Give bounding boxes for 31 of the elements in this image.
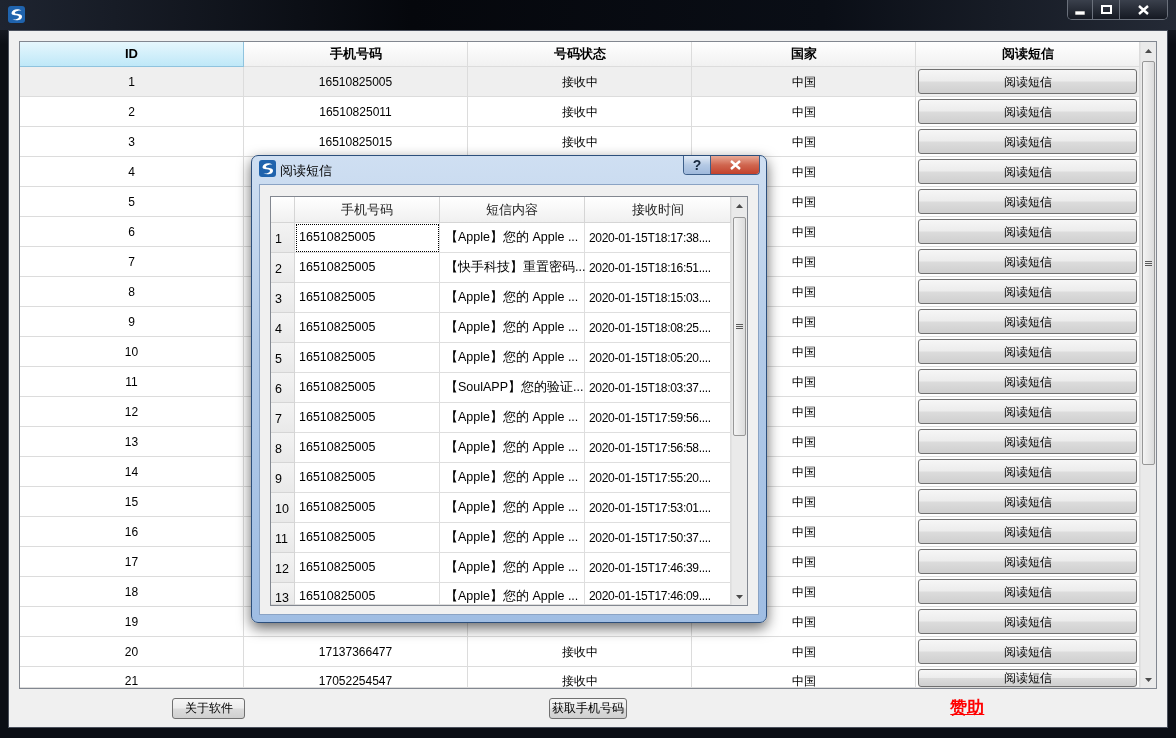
table-cell: 【Apple】您的 Apple ...: [440, 523, 585, 553]
table-cell: 16510825005: [295, 223, 440, 253]
table-cell: 21: [20, 667, 244, 688]
table-cell: 【Apple】您的 Apple ...: [440, 403, 585, 433]
table-cell: 【Apple】您的 Apple ...: [440, 493, 585, 523]
table-cell: 16510825005: [295, 493, 440, 523]
table-cell: 16510825005: [295, 403, 440, 433]
table-cell: 【Apple】您的 Apple ...: [440, 553, 585, 583]
table-cell: 中国: [692, 667, 916, 688]
table-cell: 【Apple】您的 Apple ...: [440, 313, 585, 343]
table-cell: 16510825005: [295, 283, 440, 313]
table-cell: 16510825005: [295, 343, 440, 373]
table-cell: 16510825005: [295, 373, 440, 403]
table-cell: 【Apple】您的 Apple ...: [440, 343, 585, 373]
table-cell: 16510825005: [295, 523, 440, 553]
table-cell: 16510825005: [295, 583, 440, 605]
table-cell: 【Apple】您的 Apple ...: [440, 463, 585, 493]
table-cell: 【Apple】您的 Apple ...: [440, 433, 585, 463]
table-cell: 17052254547: [244, 667, 468, 688]
table-cell: 16510825005: [295, 313, 440, 343]
table-cell: 16510825005: [295, 553, 440, 583]
table-cell: 【SoulAPP】您的验证...: [440, 373, 585, 403]
table-cell: 接收中: [468, 667, 692, 688]
dialog-title: 阅读短信: [280, 163, 332, 180]
table-cell: 【快手科技】重置密码...: [440, 253, 585, 283]
table-cell: 16510825005: [295, 463, 440, 493]
table-cell: 【Apple】您的 Apple ...: [440, 223, 585, 253]
table-cell: 16510825005: [295, 253, 440, 283]
table-cell: 【Apple】您的 Apple ...: [440, 283, 585, 313]
table-cell: 16510825005: [295, 433, 440, 463]
table-cell: 【Apple】您的 Apple ...: [440, 583, 585, 605]
